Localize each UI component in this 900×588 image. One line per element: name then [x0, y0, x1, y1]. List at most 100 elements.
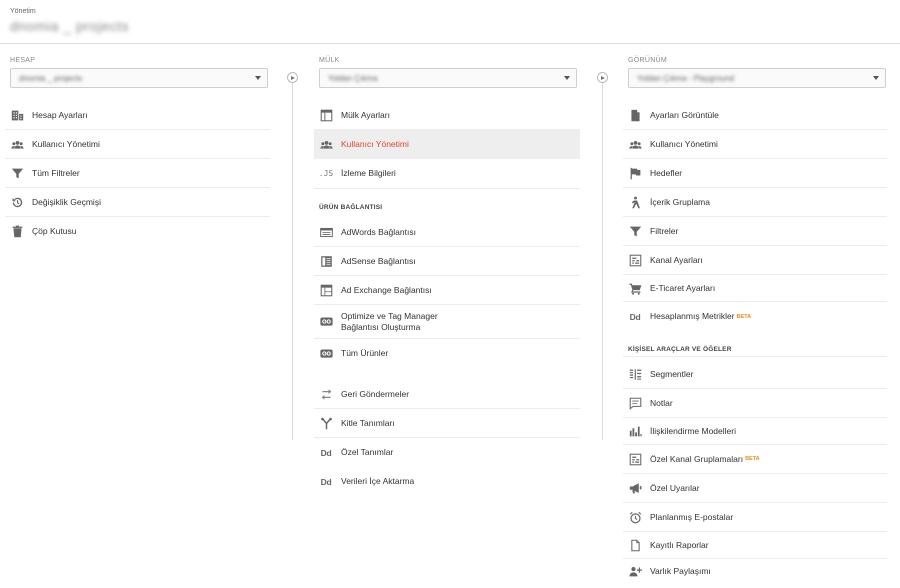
chevron-down-icon: [255, 76, 261, 80]
alarm-icon: [628, 510, 642, 524]
menu-item-label: Kullanıcı Yönetimi: [341, 139, 409, 149]
adsense-linking-item[interactable]: AdSense Bağlantısı: [314, 247, 580, 276]
megaphone-icon: [628, 481, 642, 495]
menu-item-label: Kullanıcı Yönetimi: [32, 138, 100, 149]
menu-item-label: Hesap Ayarları: [32, 109, 88, 120]
dd-icon: Dd: [320, 476, 332, 487]
menu-item-label: Kanal Ayarları: [650, 254, 703, 265]
view-select[interactable]: Yoldan Çıkma - Playground: [628, 68, 886, 88]
users-icon: [319, 138, 333, 152]
channel-icon: [628, 452, 642, 466]
property-settings-item[interactable]: Mülk Ayarları: [314, 101, 580, 130]
link-icon: [319, 347, 333, 361]
filters-item[interactable]: Filtreler: [623, 217, 887, 246]
data-import-item[interactable]: Dd Verileri İçe Aktarma: [314, 467, 580, 496]
menu-item-label-line1: Optimize ve Tag Manager: [341, 310, 438, 321]
attribution-models-item[interactable]: İlişkilendirme Modelleri: [623, 418, 887, 445]
custom-alerts-item[interactable]: Özel Uyarılar: [623, 474, 887, 503]
view-settings-item[interactable]: Ayarları Görüntüle: [623, 101, 887, 130]
menu-item-label: AdWords Bağlantısı: [341, 226, 416, 237]
menu-item-label: Verileri İçe Aktarma: [341, 476, 415, 486]
personal-tools-heading: KİŞİSEL ARAÇLAR VE ÖĞELER: [628, 346, 732, 353]
share-user-icon: [628, 564, 642, 578]
content-grouping-item[interactable]: İçerik Gruplama: [623, 188, 887, 217]
menu-item-label: İzleme Bilgileri: [341, 168, 396, 178]
menu-item-label: Notlar: [650, 397, 673, 408]
beta-badge: BETA: [736, 313, 752, 320]
audience-definitions-item[interactable]: Kitle Tanımları: [314, 409, 580, 438]
menu-item-label: E-Ticaret Ayarları: [650, 282, 716, 293]
bar-chart-icon: [628, 424, 642, 438]
annotations-item[interactable]: Notlar: [623, 389, 887, 418]
account-select-value: dnomia _ projects: [19, 74, 83, 83]
menu-item-label: Çöp Kutusu: [32, 226, 77, 236]
all-filters-item[interactable]: Tüm Filtreler: [5, 159, 270, 188]
account-column: HESAP dnomia _ projects Hesap Ayarları K…: [0, 44, 290, 588]
adsense-icon: [319, 254, 333, 268]
trash-icon: [10, 225, 24, 239]
account-title: dnomia _ projects: [10, 18, 130, 34]
menu-item-label: Geri Göndermeler: [341, 388, 410, 399]
menu-item-label: Hesaplanmış Metrikler: [650, 311, 735, 321]
menu-item-label: Ad Exchange Bağlantısı: [341, 284, 432, 295]
account-column-label: HESAP: [10, 57, 36, 64]
trash-item[interactable]: Çöp Kutusu: [5, 217, 270, 246]
property-column: MÜLK Yoldan Çıkma Mülk Ayarları Kullanıc…: [309, 44, 599, 588]
menu-item-label: İçerik Gruplama: [650, 196, 710, 207]
ad-exchange-linking-item[interactable]: Ad Exchange Bağlantısı: [314, 276, 580, 305]
view-column-label: GÖRÜNÜM: [628, 57, 668, 64]
property-select-value: Yoldan Çıkma: [328, 74, 378, 83]
channel-settings-item[interactable]: Kanal Ayarları: [623, 246, 887, 275]
menu-item-label: Ayarları Görüntüle: [650, 109, 719, 120]
menu-item-label: Tüm Ürünler: [341, 348, 389, 358]
account-settings-item[interactable]: Hesap Ayarları: [5, 101, 270, 130]
adwords-linking-item[interactable]: AdWords Bağlantısı: [314, 218, 580, 247]
history-icon: [10, 195, 24, 209]
menu-item-label: Hedefler: [650, 167, 683, 178]
menu-item-label: İlişkilendirme Modelleri: [650, 425, 736, 436]
menu-item-label: Kitle Tanımları: [341, 417, 395, 428]
dd-icon: Dd: [629, 311, 641, 322]
settings-window-icon: [319, 108, 333, 122]
optimize-tag-manager-linking-item[interactable]: Optimize ve Tag Manager Bağlantısı Oluşt…: [314, 305, 580, 339]
account-user-management-item[interactable]: Kullanıcı Yönetimi: [5, 130, 270, 159]
cart-icon: [628, 281, 642, 295]
scheduled-emails-item[interactable]: Planlanmış E-postalar: [623, 503, 887, 532]
all-products-item[interactable]: Tüm Ürünler: [314, 339, 580, 368]
postbacks-item[interactable]: Geri Göndermeler: [314, 380, 580, 409]
calculated-metrics-item[interactable]: Dd Hesaplanmış Metrikler BETA: [623, 302, 887, 331]
menu-item-label: Filtreler: [650, 225, 679, 236]
menu-item-label-line2: Bağlantısı Oluşturma: [341, 321, 421, 332]
js-icon: .JS: [318, 169, 334, 178]
goals-item[interactable]: Hedefler: [623, 159, 887, 188]
property-user-management-item[interactable]: Kullanıcı Yönetimi: [314, 130, 580, 159]
menu-item-label: Varlık Paylaşımı: [650, 565, 711, 576]
custom-channel-groupings-item[interactable]: Özel Kanal Gruplamaları BETA: [623, 445, 887, 474]
arrow-right-icon: [287, 72, 298, 83]
view-user-management-item[interactable]: Kullanıcı Yönetimi: [623, 130, 887, 159]
chevron-down-icon: [873, 76, 879, 80]
menu-item-label: Segmentler: [650, 368, 694, 379]
asset-sharing-item[interactable]: Varlık Paylaşımı: [623, 559, 887, 583]
property-select[interactable]: Yoldan Çıkma: [319, 68, 577, 88]
tracking-info-item[interactable]: .JS İzleme Bilgileri: [314, 159, 580, 188]
menu-item-label: AdSense Bağlantısı: [341, 255, 416, 266]
segments-item[interactable]: Segmentler: [623, 360, 887, 389]
change-history-item[interactable]: Değişiklik Geçmişi: [5, 188, 270, 217]
custom-definitions-item[interactable]: Dd Özel Tanımlar: [314, 438, 580, 467]
section-divider: [314, 188, 580, 189]
beta-badge: BETA: [745, 456, 760, 462]
arrow-right-icon: [597, 72, 608, 83]
saved-reports-item[interactable]: Kayıtlı Raporlar: [623, 532, 887, 559]
account-select[interactable]: dnomia _ projects: [10, 68, 268, 88]
menu-item-label: Değişiklik Geçmişi: [32, 196, 101, 207]
view-column: GÖRÜNÜM Yoldan Çıkma - Playground Ayarla…: [618, 44, 900, 588]
menu-item-label: Mülk Ayarları: [341, 109, 390, 120]
report-icon: [628, 538, 642, 552]
menu-item-label: Özel Kanal Gruplamaları: [650, 453, 744, 464]
ecommerce-settings-item[interactable]: E-Ticaret Ayarları: [623, 275, 887, 302]
chevron-down-icon: [564, 76, 570, 80]
menu-item-label: Özel Tanımlar: [341, 447, 394, 457]
document-icon: [628, 108, 642, 122]
section-divider: [623, 356, 887, 357]
